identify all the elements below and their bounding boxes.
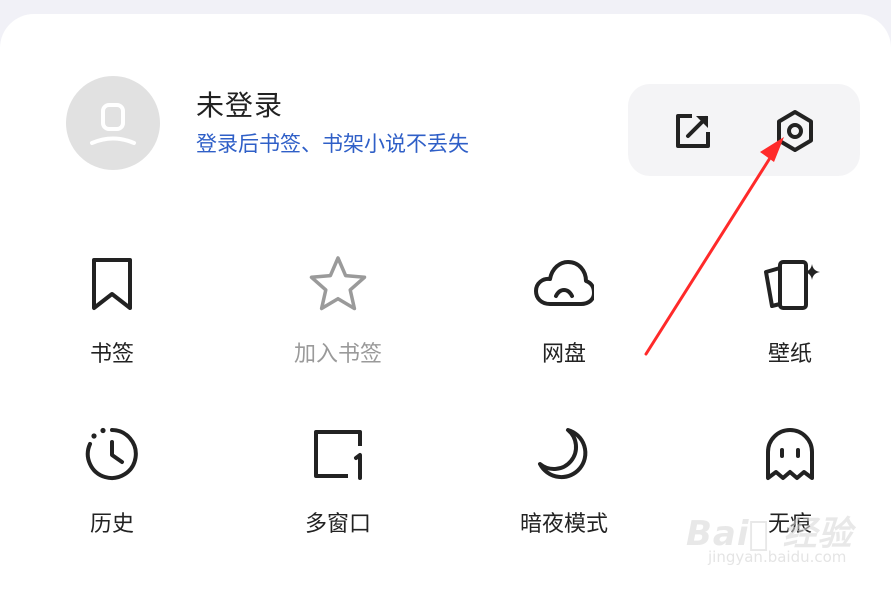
- grid-item-history[interactable]: 历史: [22, 424, 202, 544]
- settings-hexagon-icon: [777, 110, 813, 152]
- settings-button[interactable]: [772, 108, 818, 154]
- login-prompt-link[interactable]: 登录后书签、书架小说不丢失: [196, 128, 469, 158]
- avatar[interactable]: [66, 76, 160, 170]
- history-clock-icon: [82, 424, 142, 484]
- watermark-domain: jingyan.baidu.com: [708, 548, 847, 566]
- grid-item-label: 多窗口: [304, 512, 371, 537]
- grid-item-cloud-drive[interactable]: 网盘: [474, 254, 654, 374]
- watermark: Bai⃝ 经验 jingyan.baidu.com: [686, 506, 886, 586]
- user-silhouette-icon: [90, 103, 136, 145]
- ghost-icon: [760, 424, 820, 484]
- top-actions-panel: [628, 84, 860, 176]
- grid-item-label: 加入书签: [293, 342, 382, 367]
- grid-item-multi-window[interactable]: 多窗口: [248, 424, 428, 544]
- cloud-icon: [534, 254, 594, 314]
- share-out-icon: [676, 114, 710, 148]
- grid-item-bookmarks[interactable]: 书签: [22, 254, 202, 374]
- star-icon: [308, 254, 368, 314]
- share-button[interactable]: [670, 108, 716, 154]
- wallpaper-icon: [760, 254, 820, 314]
- moon-icon: [534, 424, 594, 484]
- grid-item-label: 暗夜模式: [519, 512, 608, 537]
- login-status[interactable]: 未登录: [196, 84, 283, 124]
- grid-item-label: 书签: [89, 342, 134, 367]
- grid-item-dark-mode[interactable]: 暗夜模式: [474, 424, 654, 544]
- multi-window-icon: [308, 424, 368, 484]
- grid-item-label: 壁纸: [767, 342, 812, 367]
- grid-item-label: 历史: [89, 512, 134, 537]
- grid-item-wallpaper[interactable]: 壁纸: [700, 254, 880, 374]
- grid-item-label: 网盘: [541, 342, 586, 367]
- bookmark-icon: [82, 254, 142, 314]
- grid-item-add-bookmark[interactable]: 加入书签: [248, 254, 428, 374]
